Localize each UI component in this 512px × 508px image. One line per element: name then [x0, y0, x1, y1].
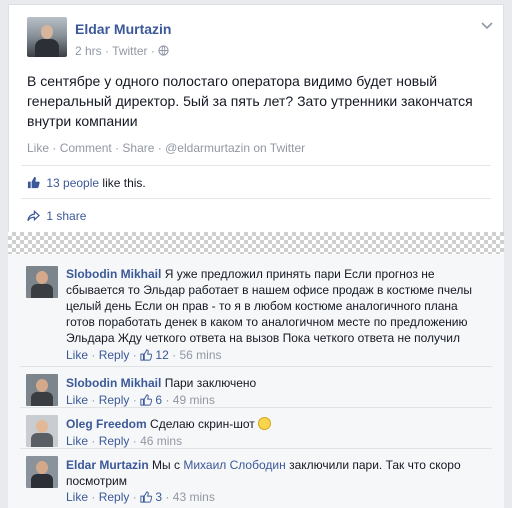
comment-like-link[interactable]: Like — [66, 490, 88, 504]
thumbs-up-icon — [140, 491, 153, 503]
comment-reply-link[interactable]: Reply — [99, 348, 130, 362]
torn-edge-separator — [8, 232, 504, 254]
comments-section: Slobodin Mikhail Я уже предложил принять… — [8, 254, 504, 508]
comment-like-count[interactable]: 12 — [155, 348, 168, 362]
comment-like-link[interactable]: Like — [66, 434, 88, 448]
shares-summary[interactable]: 1 share — [27, 209, 86, 223]
comment-time[interactable]: 46 mins — [140, 434, 182, 448]
post-time[interactable]: 2 hrs — [75, 44, 102, 58]
post-source: Twitter — [112, 44, 148, 58]
post-header-section: Eldar Murtazin 2 hrs · Twitter · В сентя… — [8, 4, 504, 232]
thumbs-up-icon — [140, 394, 153, 406]
comment-like-count[interactable]: 6 — [155, 393, 162, 407]
comment-like-count[interactable]: 3 — [155, 490, 162, 504]
twitter-link[interactable]: @eldarmurtazin on Twitter — [165, 141, 305, 155]
comment-actions: Like · Reply · 6 · 49 mins — [66, 393, 215, 407]
comment-like-link[interactable]: Like — [66, 348, 88, 362]
commenter-avatar[interactable] — [26, 266, 58, 298]
comment-actions: Like · Reply · 12 · 56 mins — [66, 348, 222, 362]
comment-body: Eldar Murtazin Мы с Михаил Слободин закл… — [66, 458, 461, 488]
likes-people-link[interactable]: 13 people — [46, 176, 99, 190]
like-link[interactable]: Like — [27, 141, 49, 155]
comment-time[interactable]: 49 mins — [173, 393, 215, 407]
comment-link[interactable]: Comment — [60, 141, 112, 155]
likes-summary: 13 people like this. — [27, 176, 146, 190]
divider — [21, 198, 491, 199]
post-author-name[interactable]: Eldar Murtazin — [75, 21, 171, 37]
post-actions: Like · Comment · Share · @eldarmurtazin … — [27, 141, 306, 155]
shares-count[interactable]: 1 share — [46, 209, 86, 223]
comment-body: Oleg Freedom Сделаю скрин-шот — [66, 416, 486, 432]
commenter-name[interactable]: Oleg Freedom — [66, 417, 147, 431]
divider — [20, 407, 492, 408]
comment-text: Пари заключено — [164, 376, 257, 390]
mention-link[interactable]: Михаил Слободин — [183, 458, 285, 472]
smiley-emoticon-icon — [258, 417, 272, 430]
comment-reply-link[interactable]: Reply — [99, 490, 130, 504]
thumbs-up-icon — [27, 176, 40, 189]
divider — [21, 165, 491, 166]
commenter-name[interactable]: Eldar Murtazin — [66, 458, 149, 472]
post-meta: 2 hrs · Twitter · — [75, 44, 169, 58]
facebook-post-card: Eldar Murtazin 2 hrs · Twitter · В сентя… — [8, 4, 504, 508]
comment-time[interactable]: 43 mins — [173, 490, 215, 504]
share-icon — [27, 210, 40, 222]
commenter-avatar[interactable] — [26, 456, 58, 488]
author-avatar[interactable] — [27, 17, 67, 57]
commenter-name[interactable]: Slobodin Mikhail — [66, 267, 161, 281]
comment-actions: Like · Reply · 3 · 43 mins — [66, 490, 215, 504]
comment-time[interactable]: 56 mins — [179, 348, 221, 362]
divider — [20, 366, 492, 367]
comment-body: Slobodin Mikhail Пари заключено — [66, 375, 486, 391]
comment-body: Slobodin Mikhail Я уже предложил принять… — [66, 266, 486, 346]
divider — [20, 448, 492, 449]
commenter-avatar[interactable] — [26, 374, 58, 406]
post-text: В сентябре у одного полостагo оператора … — [27, 73, 473, 129]
comment-like-link[interactable]: Like — [66, 393, 88, 407]
comment-reply-link[interactable]: Reply — [99, 434, 130, 448]
thumbs-up-icon — [140, 349, 153, 361]
comment-text: Сделаю скрин-шот — [150, 417, 255, 431]
comment-actions: Like · Reply · 46 mins — [66, 434, 183, 448]
share-link[interactable]: Share — [122, 141, 154, 155]
commenter-name[interactable]: Slobodin Mikhail — [66, 376, 161, 390]
commenter-avatar[interactable] — [26, 415, 58, 447]
chevron-down-icon[interactable] — [481, 19, 493, 33]
globe-icon — [158, 45, 169, 56]
comment-reply-link[interactable]: Reply — [99, 393, 130, 407]
